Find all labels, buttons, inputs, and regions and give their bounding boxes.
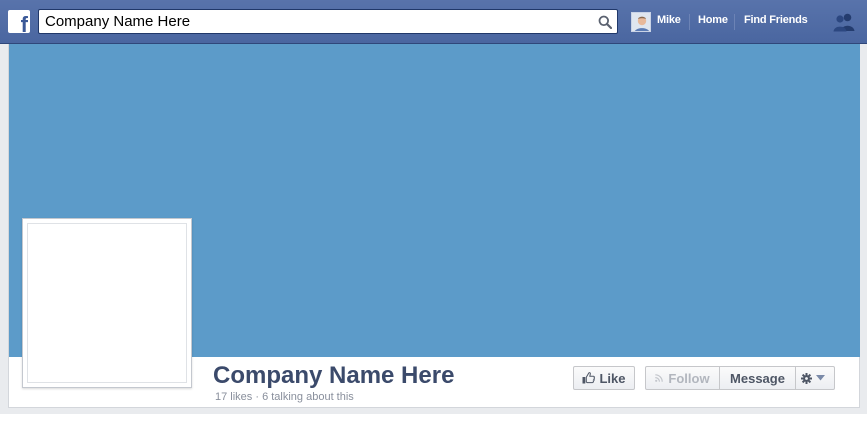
friend-requests-icon[interactable] bbox=[833, 12, 855, 32]
profile-picture-placeholder bbox=[27, 223, 187, 383]
thumbs-up-icon bbox=[582, 372, 596, 384]
page-actions-group: Follow Message bbox=[645, 366, 835, 390]
gear-icon bbox=[801, 372, 812, 384]
top-navigation-bar: f Mike Home Find Friends bbox=[0, 0, 867, 44]
settings-dropdown-button[interactable] bbox=[796, 367, 834, 389]
page-title[interactable]: Company Name Here bbox=[213, 362, 454, 390]
find-friends-link[interactable]: Find Friends bbox=[744, 14, 808, 26]
nav-separator bbox=[734, 14, 735, 30]
like-button[interactable]: Like bbox=[573, 366, 635, 390]
nav-separator bbox=[689, 14, 690, 30]
page-stats: 17 likes · 6 talking about this bbox=[215, 391, 354, 403]
rss-icon bbox=[655, 374, 664, 382]
page-frame: Company Name Here 17 likes · 6 talking a… bbox=[0, 44, 867, 414]
facebook-logo-icon[interactable]: f bbox=[8, 10, 30, 33]
search-box[interactable] bbox=[38, 9, 618, 34]
caret-down-icon bbox=[816, 375, 825, 381]
message-button[interactable]: Message bbox=[720, 367, 796, 389]
search-icon[interactable] bbox=[598, 15, 612, 29]
home-link[interactable]: Home bbox=[698, 14, 728, 26]
like-button-label: Like bbox=[599, 370, 626, 386]
follow-button[interactable]: Follow bbox=[646, 367, 720, 389]
follow-button-label: Follow bbox=[668, 370, 710, 386]
message-button-label: Message bbox=[730, 370, 785, 386]
user-avatar[interactable] bbox=[631, 12, 651, 32]
user-name-link[interactable]: Mike bbox=[657, 14, 681, 26]
page-header-card: Company Name Here 17 likes · 6 talking a… bbox=[8, 44, 860, 408]
profile-picture[interactable] bbox=[22, 218, 192, 388]
search-input[interactable] bbox=[39, 10, 589, 33]
